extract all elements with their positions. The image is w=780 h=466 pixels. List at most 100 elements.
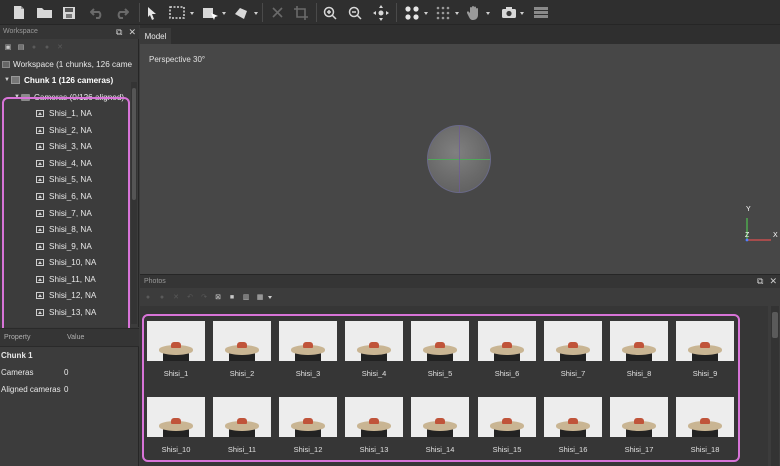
chunk-item[interactable]: ▼ Chunk 1 (126 cameras) xyxy=(4,73,113,87)
navigation-cursor-icon[interactable] xyxy=(145,4,159,21)
photo-image[interactable] xyxy=(279,321,337,361)
copy-icon[interactable]: ▥ xyxy=(242,293,250,301)
undock-panel-icon[interactable]: ⧉ xyxy=(757,276,763,287)
photo-label: Shisi_13 xyxy=(359,445,389,454)
property-section-title: Chunk 1 xyxy=(1,351,33,360)
save-icon[interactable] xyxy=(61,4,77,21)
zoom-out-icon[interactable] xyxy=(347,4,363,21)
zoom-in-icon[interactable] xyxy=(322,4,338,21)
delete-selection-icon[interactable] xyxy=(270,4,284,21)
mask-icon[interactable]: ■ xyxy=(228,293,236,301)
photo-image[interactable] xyxy=(213,321,271,361)
layers-icon[interactable] xyxy=(532,4,550,21)
photo-label: Shisi_11 xyxy=(227,445,257,454)
photo-image[interactable] xyxy=(147,397,205,437)
photo-image[interactable] xyxy=(345,397,403,437)
photo-image[interactable] xyxy=(676,321,734,361)
photo-image[interactable] xyxy=(147,321,205,361)
disable-item-icon[interactable]: ● xyxy=(43,43,51,51)
photo-thumbnail[interactable]: Shisi_1 xyxy=(147,321,205,378)
photo-image[interactable] xyxy=(213,397,271,437)
photo-image[interactable] xyxy=(478,397,536,437)
rotate-left-icon[interactable]: ↶ xyxy=(186,293,194,301)
scrollbar-thumb[interactable] xyxy=(132,88,136,200)
chevron-down-icon[interactable]: ▼ xyxy=(4,77,11,83)
crop-selection-icon[interactable] xyxy=(293,4,309,21)
photo-image[interactable] xyxy=(411,397,469,437)
close-panel-icon[interactable]: ✕ xyxy=(769,276,777,287)
reset-selection-icon[interactable]: ⊠ xyxy=(214,293,222,301)
workspace-scrollbar[interactable] xyxy=(131,82,137,324)
photo-thumbnail[interactable]: Shisi_5 xyxy=(411,321,469,378)
value-column-header[interactable]: Value xyxy=(67,334,84,341)
transform-object-icon[interactable] xyxy=(201,4,219,21)
add-photos-icon[interactable]: ▤ xyxy=(17,43,25,51)
photo-image[interactable] xyxy=(676,397,734,437)
photo-thumbnail[interactable]: Shisi_12 xyxy=(279,397,337,454)
shape-drawing-icon[interactable] xyxy=(232,4,250,21)
rectangle-selection-icon[interactable] xyxy=(168,4,186,21)
move-object-icon[interactable] xyxy=(372,4,390,21)
photo-thumbnail[interactable]: Shisi_8 xyxy=(610,321,668,378)
photo-thumbnail[interactable]: Shisi_9 xyxy=(676,321,734,378)
model-viewport[interactable]: Perspective 30° Y Z X xyxy=(140,44,780,274)
enable-camera-icon[interactable]: ● xyxy=(144,293,152,301)
photo-label: Shisi_7 xyxy=(560,369,586,378)
photo-image[interactable] xyxy=(411,321,469,361)
remove-camera-icon[interactable]: ✕ xyxy=(172,293,180,301)
add-chunk-icon[interactable]: ▣ xyxy=(4,43,12,51)
points-view-icon[interactable] xyxy=(403,4,421,21)
close-panel-icon[interactable]: ✕ xyxy=(128,27,136,38)
photo-image[interactable] xyxy=(478,321,536,361)
photo-image[interactable] xyxy=(610,397,668,437)
perspective-label: Perspective 30° xyxy=(149,55,206,64)
workspace-root-label: Workspace (1 chunks, 126 came xyxy=(13,59,133,69)
photo-image[interactable] xyxy=(345,321,403,361)
photo-thumbnail[interactable]: Shisi_17 xyxy=(610,397,668,454)
photo-thumbnail[interactable]: Shisi_15 xyxy=(478,397,536,454)
photo-thumbnail[interactable]: Shisi_13 xyxy=(345,397,403,454)
enable-item-icon[interactable]: ● xyxy=(30,43,38,51)
photos-scrollbar[interactable] xyxy=(771,306,779,466)
undock-panel-icon[interactable]: ⧉ xyxy=(116,27,122,38)
new-document-icon[interactable] xyxy=(11,4,27,21)
photo-thumbnail[interactable]: Shisi_3 xyxy=(279,321,337,378)
photo-label: Shisi_14 xyxy=(425,445,455,454)
tab-model[interactable]: Model xyxy=(140,28,171,44)
photo-thumbnail[interactable]: Shisi_6 xyxy=(478,321,536,378)
open-folder-icon[interactable] xyxy=(35,4,53,21)
photo-image[interactable] xyxy=(544,321,602,361)
workspace-root[interactable]: Workspace (1 chunks, 126 came xyxy=(2,57,132,71)
photo-thumbnail[interactable]: Shisi_4 xyxy=(345,321,403,378)
photo-thumbnail[interactable]: Shisi_16 xyxy=(544,397,602,454)
photo-thumbnail[interactable]: Shisi_2 xyxy=(213,321,271,378)
photo-image[interactable] xyxy=(544,397,602,437)
trackball-sphere[interactable] xyxy=(427,125,491,193)
photo-label: Shisi_15 xyxy=(492,445,522,454)
scrollbar-thumb[interactable] xyxy=(772,312,778,338)
capture-view-icon[interactable] xyxy=(500,4,518,21)
rotate-right-icon[interactable]: ↷ xyxy=(200,293,208,301)
view-mode-icon[interactable]: ▦ xyxy=(256,293,264,301)
remove-item-icon[interactable]: ✕ xyxy=(56,43,64,51)
chunk-icon xyxy=(11,76,20,84)
photo-label: Shisi_10 xyxy=(161,445,191,454)
grid-view-icon[interactable] xyxy=(434,4,452,21)
redo-icon[interactable] xyxy=(114,4,130,21)
photo-thumbnail[interactable]: Shisi_14 xyxy=(411,397,469,454)
property-name: Aligned cameras xyxy=(1,385,61,394)
property-column-header[interactable]: Property xyxy=(4,334,30,341)
photo-thumbnail[interactable]: Shisi_7 xyxy=(544,321,602,378)
chevron-down-icon[interactable] xyxy=(268,295,272,299)
photos-title-bar: Photos ⧉ ✕ xyxy=(140,275,780,288)
photo-label: Shisi_16 xyxy=(558,445,588,454)
photo-thumbnail[interactable]: Shisi_18 xyxy=(676,397,734,454)
photo-thumbnail[interactable]: Shisi_11 xyxy=(213,397,271,454)
disable-camera-icon[interactable]: ● xyxy=(158,293,166,301)
photo-image[interactable] xyxy=(610,321,668,361)
hand-view-icon[interactable] xyxy=(465,4,483,21)
undo-icon[interactable] xyxy=(89,4,105,21)
photo-image[interactable] xyxy=(279,397,337,437)
photo-label: Shisi_2 xyxy=(229,369,255,378)
photo-thumbnail[interactable]: Shisi_10 xyxy=(147,397,205,454)
